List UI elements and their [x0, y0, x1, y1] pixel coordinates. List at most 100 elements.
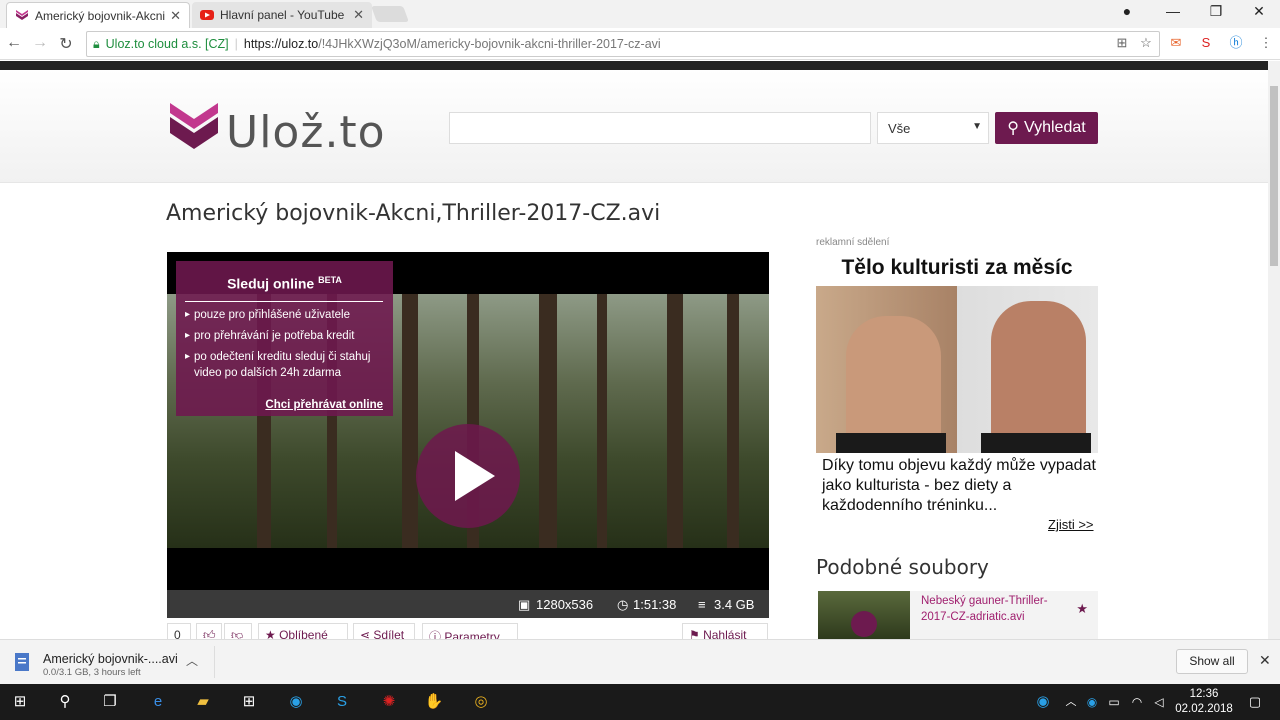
list-item: pouze pro přihlášené uživatele — [185, 307, 390, 323]
app-icon[interactable]: ✺ — [378, 692, 400, 712]
search-button[interactable]: ⚲ Vyhledat — [995, 112, 1098, 144]
share-icon: ⋖ — [360, 628, 374, 639]
tab-title: Hlavní panel - YouTube — [220, 8, 345, 22]
web-page: Ulož.to Vše ▼ ⚲ Vyhledat Americký bojovn… — [0, 61, 1268, 639]
battery-icon[interactable]: ▭ — [1103, 692, 1125, 712]
close-tab-icon[interactable]: ✕ — [353, 7, 364, 23]
database-icon: ≡ — [698, 597, 706, 612]
category-value: Vše — [888, 121, 911, 136]
store-icon[interactable]: ⊞ — [238, 692, 260, 712]
duration: 1:51:38 — [633, 597, 677, 612]
menu-icon[interactable]: ⋮ — [1258, 35, 1274, 51]
page-scrollbar[interactable] — [1268, 61, 1280, 639]
tray-app-icon[interactable]: ◉ — [1032, 692, 1054, 712]
file-actions: 0 👍︎ 👎︎ ★ Oblíbené ⋖ Sdílet ⓘ Parametry … — [167, 623, 769, 639]
list-item: pro přehrávání je potřeba kredit — [185, 328, 390, 344]
windows-taskbar: ⊞ ⚲ ❐ e ▰ ⊞ ◉ S ✺ ✋ ◎ ◉ ︿ ◉ ▭ ◠ ◁ 12:36 … — [0, 684, 1280, 720]
thumbs-up-icon[interactable]: 👍︎ — [196, 623, 222, 639]
divider: | — [234, 37, 238, 51]
file-info-bar: ▣ 1280x536 ◷ 1:51:38 ≡ 3.4 GB — [167, 590, 769, 618]
ad-text[interactable]: Díky tomu objevu každý může vypadat jako… — [822, 456, 1098, 516]
hp-extension-icon[interactable]: ⓗ — [1228, 35, 1244, 51]
url-host: https://uloz.to — [243, 37, 319, 51]
ad-link[interactable]: Zjisti >> — [1048, 517, 1094, 532]
back-icon[interactable]: ← — [4, 34, 24, 52]
tab-uloz[interactable]: Americký bojovnik-Akcni ✕ — [6, 2, 190, 28]
app-icon[interactable]: ✋ — [423, 692, 445, 712]
tray-icon[interactable]: ◉ — [1081, 692, 1103, 712]
uloz-logo-icon[interactable] — [170, 103, 218, 149]
skype-icon[interactable]: S — [331, 692, 353, 712]
maximize-icon[interactable]: ❐ — [1201, 3, 1231, 20]
translate-icon[interactable]: ⊞ — [1114, 35, 1130, 51]
chevron-down-icon: ▼ — [972, 121, 982, 132]
tab-strip: Americký bojovnik-Akcni ✕ Hlavní panel -… — [0, 0, 1280, 28]
video-player[interactable]: Sleduj online BETA pouze pro přihlášené … — [167, 252, 769, 618]
ad-image[interactable] — [816, 286, 1098, 453]
logo-text[interactable]: Ulož.to — [226, 107, 386, 158]
s-extension-icon[interactable]: S — [1198, 35, 1214, 51]
image-icon: ▣ — [518, 597, 531, 612]
resolution: 1280x536 — [536, 597, 594, 612]
category-select[interactable]: Vše ▼ — [877, 112, 989, 144]
lock-icon: 🔒︎ — [93, 36, 100, 51]
system-clock[interactable]: 12:36 02.02.2018 — [1172, 687, 1236, 717]
file-size: 3.4 GB — [714, 597, 755, 612]
app-icon[interactable]: ◉ — [285, 692, 307, 712]
play-button-icon[interactable] — [416, 424, 520, 528]
play-icon — [851, 611, 877, 637]
uloz-favicon-icon — [16, 9, 28, 20]
notifications-icon[interactable]: ▢ — [1244, 692, 1266, 712]
similar-file-thumbnail[interactable] — [818, 591, 910, 639]
report-button[interactable]: ⚑ Nahlásit — [682, 623, 768, 639]
file-icon — [15, 653, 29, 671]
search-icon: ⚲ — [1007, 120, 1020, 137]
beta-badge: BETA — [318, 275, 342, 285]
ad-title[interactable]: Tělo kulturisti za měsíc — [816, 256, 1098, 280]
file-explorer-icon[interactable]: ▰ — [192, 692, 214, 712]
search-button-label: Vyhledat — [1024, 119, 1086, 136]
reload-icon[interactable]: ↻ — [56, 34, 76, 54]
similar-file-name[interactable]: Nebeský gauner-Thriller-2017-CZ-adriatic… — [921, 593, 1066, 625]
close-download-bar-icon[interactable]: ✕ — [1259, 652, 1271, 669]
edge-icon[interactable]: e — [147, 692, 169, 712]
new-tab-button[interactable] — [371, 6, 409, 22]
similar-files-heading: Podobné soubory — [816, 555, 989, 579]
chevron-up-icon[interactable]: ︿ — [1060, 692, 1082, 712]
favorite-button[interactable]: ★ Oblíbené — [258, 623, 348, 639]
chrome-icon[interactable]: ◎ — [470, 692, 492, 712]
thumbs-down-icon[interactable]: 👎︎ — [224, 623, 252, 639]
bookmark-star-icon[interactable]: ☆ — [1138, 35, 1154, 51]
watch-online-link[interactable]: Chci přehrávat online — [265, 399, 383, 411]
similar-file-item[interactable]: Nebeský gauner-Thriller-2017-CZ-adriatic… — [818, 591, 1098, 639]
scrollbar-thumb[interactable] — [1270, 86, 1278, 266]
star-icon: ★ — [265, 628, 280, 639]
watch-online-panel: Sleduj online BETA pouze pro přihlášené … — [176, 261, 393, 416]
tab-youtube[interactable]: Hlavní panel - YouTube ✕ — [192, 2, 372, 28]
search-input[interactable] — [449, 112, 871, 144]
watch-online-heading: Sleduj online BETA — [227, 275, 342, 292]
share-button[interactable]: ⋖ Sdílet — [353, 623, 415, 639]
url-path: /!4JHkXWzjQ3oM/americky-bojovnik-akcni-t… — [318, 37, 661, 51]
mail-extension-icon[interactable]: ✉ — [1168, 35, 1184, 51]
star-icon[interactable]: ★ — [1076, 601, 1088, 617]
chevron-up-icon[interactable]: ︿ — [186, 652, 198, 669]
volume-icon[interactable]: ◁ — [1148, 692, 1170, 712]
info-icon: ⓘ — [429, 630, 445, 639]
download-bar: Americký bojovnik-....avi 0.0/3.1 GB, 3 … — [0, 639, 1280, 684]
close-window-icon[interactable]: ✕ — [1244, 3, 1274, 20]
close-tab-icon[interactable]: ✕ — [170, 8, 181, 24]
download-filename[interactable]: Americký bojovnik-....avi — [43, 652, 178, 666]
minimize-icon[interactable]: — — [1158, 3, 1188, 19]
address-bar[interactable]: 🔒︎ Uloz.to cloud a.s. [CZ] | https://ulo… — [86, 31, 1160, 57]
windows-start-icon[interactable]: ⊞ — [9, 692, 31, 712]
parameters-button[interactable]: ⓘ Parametry — [422, 623, 518, 639]
wifi-icon[interactable]: ◠ — [1126, 692, 1148, 712]
task-view-icon[interactable]: ❐ — [99, 692, 121, 712]
flag-icon: ⚑ — [689, 628, 704, 639]
show-all-button[interactable]: Show all — [1176, 649, 1248, 674]
forward-icon[interactable]: → — [30, 34, 50, 52]
profile-icon[interactable]: ● — [1112, 3, 1142, 19]
search-icon[interactable]: ⚲ — [54, 692, 76, 712]
browser-toolbar: ← → ↻ 🔒︎ Uloz.to cloud a.s. [CZ] | https… — [0, 28, 1280, 60]
